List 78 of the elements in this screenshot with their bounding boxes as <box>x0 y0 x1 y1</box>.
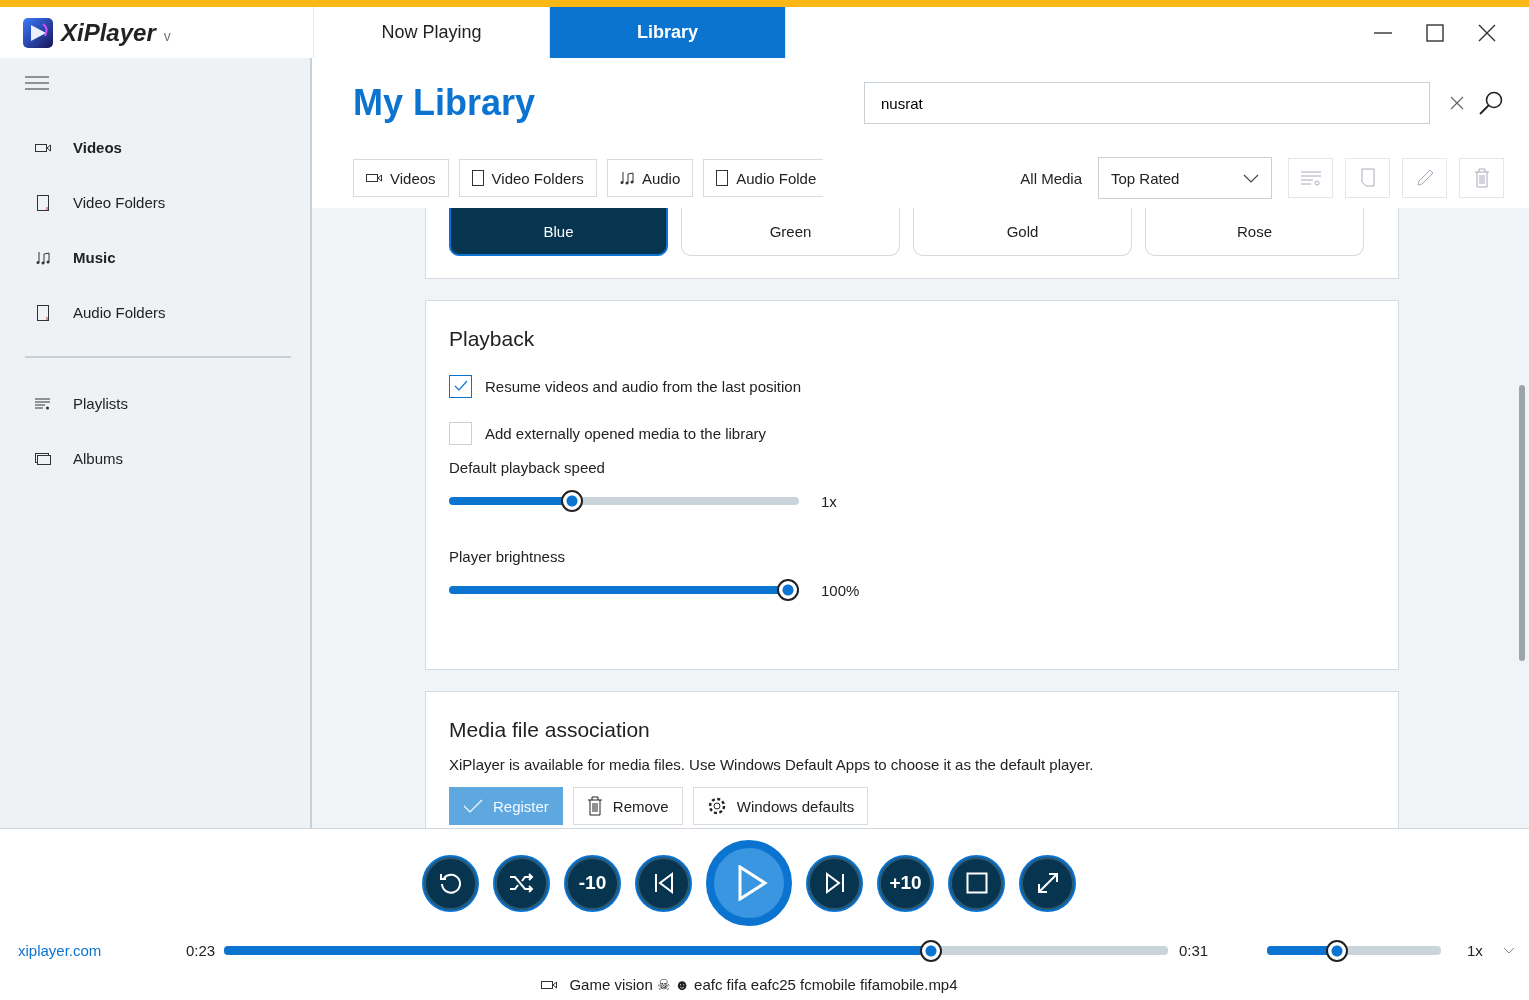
shuffle-button[interactable] <box>493 854 550 912</box>
menu-icon[interactable] <box>25 76 49 90</box>
sidebar-item[interactable]: Playlists <box>25 376 310 431</box>
stop-button[interactable] <box>948 854 1005 912</box>
chevron-down-icon[interactable] <box>1502 946 1515 955</box>
search-field[interactable]: nusrat <box>864 82 1430 124</box>
windows-defaults-button[interactable]: Windows defaults <box>692 787 869 825</box>
video-camera-icon <box>366 173 382 183</box>
sidebar-item[interactable]: Videos <box>25 120 310 175</box>
filter-tab[interactable]: Audio <box>606 159 694 197</box>
theme-color-button[interactable]: Gold <box>913 208 1132 256</box>
next-icon <box>823 872 846 895</box>
shuffle-icon <box>508 872 535 895</box>
seek-bar[interactable] <box>224 939 1168 962</box>
checkmark-icon <box>453 380 468 392</box>
fullscreen-icon <box>1035 871 1060 896</box>
app-name: XiPlayer <box>61 18 156 47</box>
folder-icon <box>1359 168 1376 188</box>
chevron-down-icon <box>1243 173 1259 183</box>
slider-value: 1x <box>821 492 837 510</box>
play-icon <box>736 865 768 902</box>
tab[interactable]: Library <box>550 7 786 58</box>
search-icon[interactable] <box>1478 90 1504 116</box>
theme-color-button[interactable]: Blue <box>449 208 668 256</box>
slider-label: Player brightness <box>449 548 566 565</box>
trash-icon <box>586 796 603 816</box>
stop-icon <box>965 872 988 895</box>
music-note-icon <box>619 171 634 185</box>
slider[interactable] <box>449 579 799 601</box>
previous-icon <box>652 872 675 895</box>
speed-value[interactable]: 1x <box>1467 942 1483 960</box>
scrollbar[interactable] <box>1519 385 1525 661</box>
section-title: Playback <box>449 327 536 351</box>
scope-label: All Media <box>1020 169 1082 187</box>
sidebar-item[interactable]: Audio Folders <box>25 285 310 340</box>
next-button[interactable] <box>806 854 863 912</box>
filter-tab[interactable]: Video Folders <box>458 159 597 197</box>
pencil-icon <box>1414 168 1435 188</box>
filter-tab[interactable]: Videos <box>353 159 449 197</box>
sidebar-item[interactable]: Albums <box>25 431 310 486</box>
page-title: My Library <box>353 82 537 124</box>
section-title: Media file association <box>449 718 651 742</box>
remove-button[interactable]: Remove <box>572 787 683 825</box>
sidebar-item[interactable]: Music <box>25 230 310 285</box>
gear-icon <box>706 796 727 816</box>
now-playing-title: Game vision ☠ ☻ eafc fifa eafc25 fcmobile fifamobile.mp4 <box>569 976 958 995</box>
checkbox-label: Add externally opened media to the library <box>485 424 766 442</box>
theme-color-button[interactable]: Green <box>681 208 900 256</box>
checkmark-icon <box>463 799 483 813</box>
elapsed-time: 0:23 <box>186 942 217 960</box>
app-menu-caret[interactable]: v <box>163 27 171 44</box>
close-icon[interactable] <box>1477 22 1497 43</box>
fullscreen-button[interactable] <box>1019 854 1076 912</box>
theme-color-button[interactable]: Rose <box>1145 208 1364 256</box>
checkbox[interactable] <box>449 374 472 398</box>
maximize-icon[interactable] <box>1425 22 1445 43</box>
skip-button[interactable]: +10 <box>877 854 934 912</box>
sort-dropdown[interactable]: Top Rated <box>1098 157 1272 199</box>
website-link[interactable]: xiplayer.com <box>18 942 186 960</box>
slider-label: Default playback speed <box>449 459 606 476</box>
duration-time: 0:31 <box>1179 942 1210 960</box>
clear-icon[interactable] <box>1450 96 1464 110</box>
volume-slider[interactable] <box>1267 939 1441 962</box>
filter-tab[interactable]: Audio Folde <box>703 159 823 197</box>
slider-value: 100% <box>821 581 860 599</box>
document-icon <box>716 170 729 186</box>
document-icon <box>471 170 484 186</box>
video-camera-icon <box>541 980 558 991</box>
sidebar-item[interactable]: Video Folders <box>25 175 310 230</box>
description-text: XiPlayer is available for media files. Use Windows Default Apps to choose it as the default player. <box>449 756 1095 773</box>
prev-button[interactable] <box>635 854 692 912</box>
app-logo-icon <box>23 17 53 48</box>
slider[interactable] <box>449 490 799 512</box>
trash-icon <box>1473 168 1490 188</box>
playlist-icon <box>1299 170 1322 186</box>
repeat-button[interactable] <box>422 854 479 912</box>
skip-button[interactable]: -10 <box>564 854 621 912</box>
checkbox-label: Resume videos and audio from the last position <box>485 377 801 395</box>
